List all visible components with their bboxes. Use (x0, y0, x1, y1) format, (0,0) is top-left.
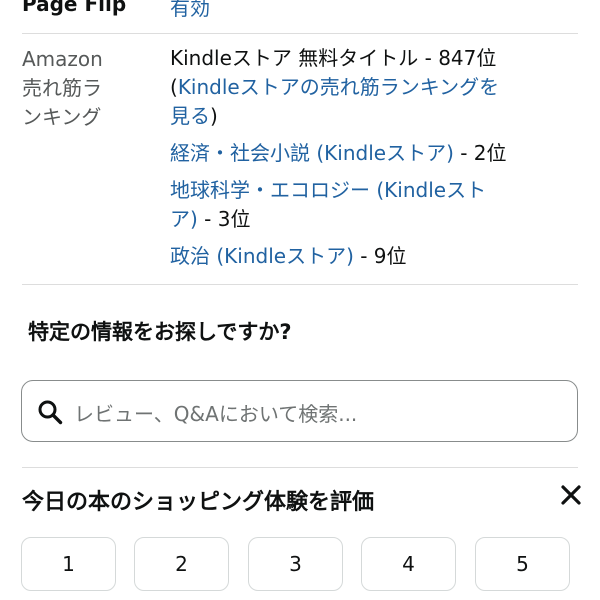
open-paren: ( (170, 75, 178, 99)
rating-button-2[interactable]: 2 (134, 537, 229, 591)
rating-button-1[interactable]: 1 (21, 537, 116, 591)
category-link-earth-science[interactable]: 地球科学・エコロジー (Kindleスト (170, 178, 486, 202)
page-flip-row: Page Flip 有効 (22, 0, 578, 24)
overall-rank-link-line: (Kindleストアの売れ筋ランキングを (170, 73, 560, 102)
rating-button-4[interactable]: 4 (361, 537, 456, 591)
rating-title: 今日の本のショッピング体験を評価 (22, 490, 375, 515)
bestseller-label-line: 売れ筋ラ (22, 76, 102, 100)
product-details-page: Page Flip 有効 Amazon 売れ筋ラ ンキング Kindleストア … (0, 0, 600, 600)
category-rank-item: 地球科学・エコロジー (Kindleスト (170, 176, 560, 205)
category-rank-number: - 3位 (197, 207, 251, 231)
search-icon (38, 400, 63, 425)
rating-button-3[interactable]: 3 (248, 537, 343, 591)
see-bestsellers-link[interactable]: 見る (170, 104, 210, 128)
divider (22, 284, 578, 285)
rating-button-5[interactable]: 5 (475, 537, 570, 591)
bestseller-label-line: Amazon (22, 47, 103, 71)
bestseller-rank-label: Amazon 売れ筋ラ ンキング (22, 45, 142, 132)
overall-rank-text: Kindleストア 無料タイトル - 847位 (170, 46, 497, 70)
category-link-economics-novels[interactable]: 経済・社会小説 (Kindleストア) (170, 141, 454, 165)
category-rank-item: 経済・社会小説 (Kindleストア) - 2位 (170, 139, 560, 168)
page-flip-label: Page Flip (22, 0, 127, 16)
category-rank-number: - 2位 (453, 141, 507, 165)
search-input[interactable]: レビュー、Q&Aにおいて検索... (21, 380, 578, 442)
search-placeholder: レビュー、Q&Aにおいて検索... (74, 402, 358, 426)
category-link-earth-science[interactable]: ア) (170, 207, 198, 231)
category-link-politics[interactable]: 政治 (Kindleストア) (170, 244, 354, 268)
see-bestsellers-link[interactable]: Kindleストアの売れ筋ランキングを (178, 75, 499, 99)
bestseller-label-line: ンキング (22, 105, 102, 129)
search-section-title: 特定の情報をお探しですか? (28, 320, 292, 344)
divider (22, 467, 578, 468)
close-icon[interactable] (556, 480, 586, 510)
bestseller-rank-value: Kindleストア 無料タイトル - 847位 (Kindleストアの売れ筋ラン… (170, 44, 560, 271)
page-flip-value: 有効 (170, 0, 210, 20)
category-rank-item: 政治 (Kindleストア) - 9位 (170, 242, 560, 271)
category-rank-number: - 9位 (353, 244, 407, 268)
close-paren: ) (210, 104, 218, 128)
divider (22, 33, 578, 34)
